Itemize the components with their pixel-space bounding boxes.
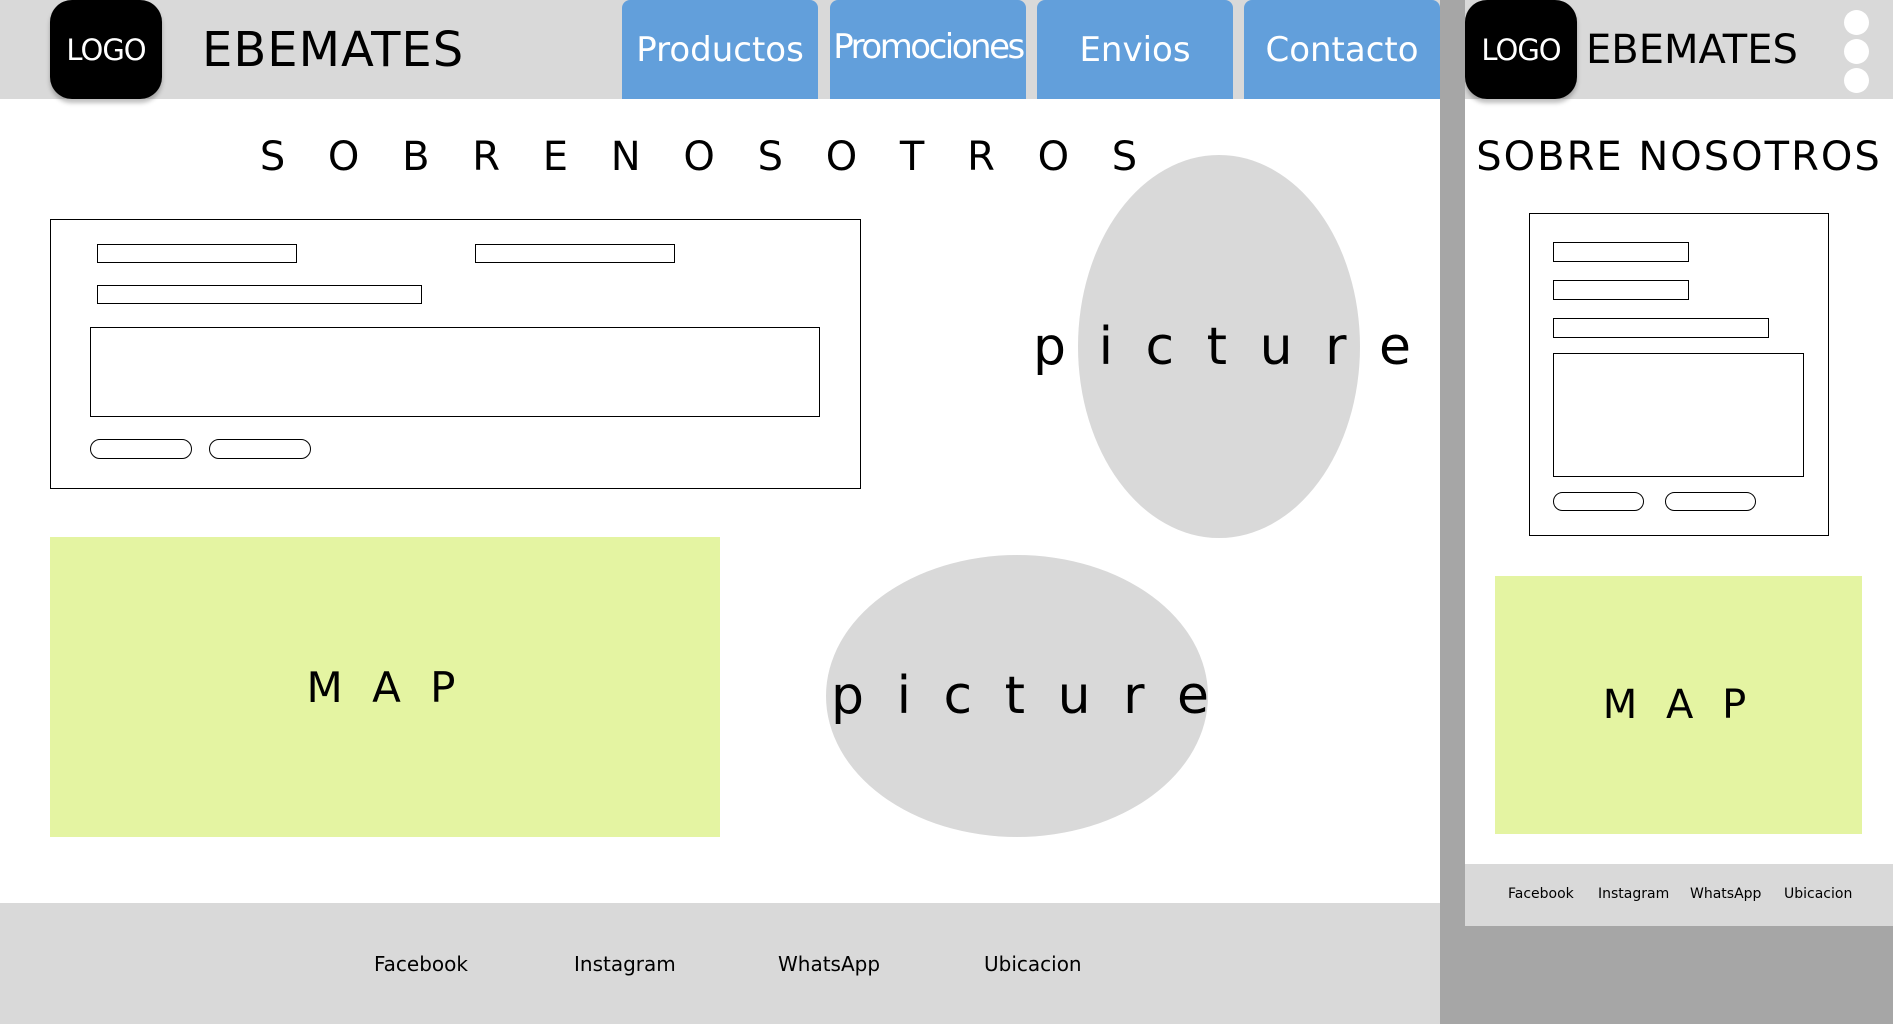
desktop-footer-link-facebook[interactable]: Facebook [374,952,468,976]
desktop-form-textarea[interactable] [90,327,820,417]
desktop-form-button-2[interactable] [209,439,311,459]
mobile-form-field-name[interactable] [1553,242,1689,262]
section-title-text: S O B R E N O S O T R O S [259,134,1153,180]
kebab-menu-icon[interactable] [1844,10,1869,95]
mobile-section-title: SOBRE NOSOTROS [1476,134,1882,180]
picture-label: p i c t u r e [1033,316,1419,377]
picture-label: p i c t u r e [831,666,1217,726]
nav-button-contacto[interactable]: Contacto [1244,0,1440,99]
desktop-picture-1: p i c t u r e [1033,155,1411,538]
desktop-frame: LOGO EBEMATES Productos Promociones Envi… [0,0,1440,1024]
desktop-picture-2: p i c t u r e [826,555,1209,837]
desktop-form-field-surname[interactable] [475,244,675,263]
logo-label: LOGO [1481,32,1561,67]
desktop-footer [0,903,1440,1024]
mobile-footer-link-instagram[interactable]: Instagram [1598,886,1669,902]
map-label: M A P [306,662,464,712]
desktop-footer-link-whatsapp[interactable]: WhatsApp [778,952,880,976]
desktop-form-button-1[interactable] [90,439,192,459]
desktop-form-field-email[interactable] [97,285,422,304]
mobile-map[interactable]: M A P [1495,576,1862,834]
mobile-logo[interactable]: LOGO [1465,0,1577,99]
nav-button-productos[interactable]: Productos [622,0,818,99]
mobile-form-button-2[interactable] [1665,492,1756,511]
mobile-form-textarea[interactable] [1553,353,1804,477]
mobile-frame: LOGO EBEMATES SOBRE NOSOTROS M A P Faceb… [1465,0,1893,926]
nav-button-envios[interactable]: Envios [1037,0,1233,99]
mobile-form-field-email[interactable] [1553,318,1769,338]
kebab-dot [1844,39,1869,64]
desktop-footer-link-ubicacion[interactable]: Ubicacion [984,952,1082,976]
mobile-form-field-surname[interactable] [1553,280,1689,300]
desktop-logo[interactable]: LOGO [50,0,162,99]
mobile-brand-name: EBEMATES [1586,27,1798,73]
desktop-map[interactable]: M A P [50,537,720,837]
nav-button-promociones[interactable]: Promociones [830,0,1026,99]
mobile-form-button-1[interactable] [1553,492,1644,511]
mobile-footer-link-ubicacion[interactable]: Ubicacion [1784,886,1852,902]
logo-label: LOGO [66,32,146,67]
kebab-dot [1844,68,1869,93]
mobile-footer-link-whatsapp[interactable]: WhatsApp [1690,886,1761,902]
desktop-form-field-name[interactable] [97,244,297,263]
desktop-footer-link-instagram[interactable]: Instagram [574,952,676,976]
kebab-dot [1844,10,1869,35]
desktop-brand-name: EBEMATES [202,22,465,78]
map-label: M A P [1602,682,1755,728]
mobile-footer-link-facebook[interactable]: Facebook [1508,886,1574,902]
